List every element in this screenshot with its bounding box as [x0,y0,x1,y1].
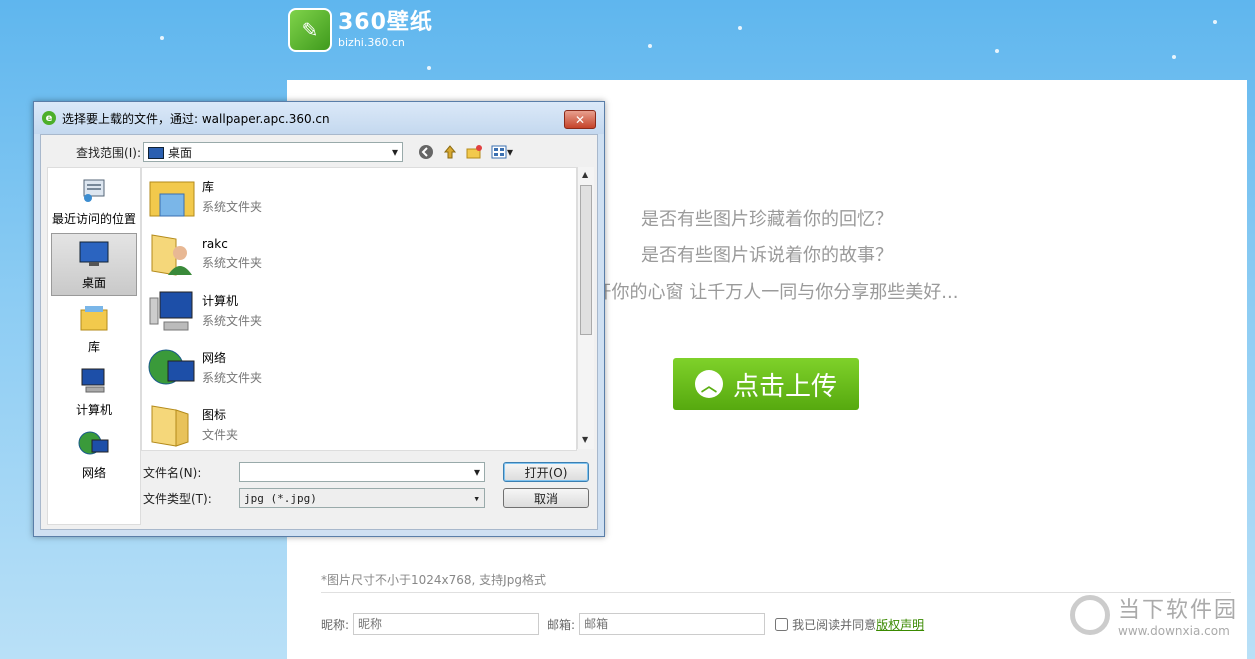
list-item[interactable]: 库系统文件夹 [142,168,576,225]
watermark-title: 当下软件园 [1118,598,1239,623]
close-button[interactable]: ✕ [564,110,596,129]
desktop-icon [79,241,109,266]
file-type: 系统文件夹 [202,255,263,270]
file-type: 系统文件夹 [202,200,263,214]
place-label: 网络 [81,466,106,480]
background-star [1213,20,1217,24]
computer-icon [149,291,193,330]
file-open-dialog: e 选择要上载的文件，通过: wallpaper.apc.360.cn ✕ 查找… [33,101,605,537]
network-icon [78,431,109,455]
watermark-url: www.downxia.com [1118,624,1230,638]
chevron-up-icon: ︿ [694,370,723,398]
list-item[interactable]: 网络 系统文件夹 [142,339,576,396]
file-name: 图标 [202,408,227,422]
file-name: 网络 [202,351,227,365]
site-logo[interactable]: ✎ 360壁纸 bizhi.360.cn [288,8,433,52]
file-name: 库 [202,180,215,194]
logo-title: 360壁纸 [338,10,433,35]
watermark-logo-icon [1070,595,1110,635]
filename-label: 文件名(N): [143,465,202,480]
upload-button[interactable]: ︿ 点击上传 [673,358,859,410]
lookin-value: 桌面 [168,145,193,160]
desktop-icon [148,147,164,159]
dialog-title: 选择要上载的文件，通过: wallpaper.apc.360.cn [62,111,330,126]
agree-text: 我已阅读并同意 [792,617,877,632]
lookin-label: 查找范围(I): [76,145,141,160]
file-type: 系统文件夹 [202,314,263,328]
open-button[interactable]: 打开(O) [503,462,589,482]
chevron-down-icon: ▾ [473,465,480,479]
chevron-down-icon: ▾ [391,145,398,159]
view-menu-icon[interactable]: ▾ [489,143,515,161]
email-input[interactable] [579,613,766,635]
place-library[interactable]: 库 [51,298,137,359]
background-star [160,36,164,40]
up-folder-icon[interactable] [441,143,459,161]
background-star [427,66,431,70]
file-name: 计算机 [202,294,239,308]
place-recent[interactable]: 最近访问的位置 [51,170,137,231]
places-bar: 最近访问的位置 桌面 库 计算机 网络 [47,167,141,525]
back-icon[interactable] [417,143,435,161]
library-icon [80,306,108,331]
upload-button-label: 点击上传 [732,371,837,402]
folder-icon [151,404,189,447]
file-type: 文件夹 [202,428,239,442]
new-folder-icon[interactable] [465,143,483,161]
filetype-value: jpg (*.jpg) [244,491,317,505]
filename-input[interactable]: ▾ [239,462,485,482]
place-computer[interactable]: 计算机 [51,361,137,422]
upload-form: 昵称: 邮箱: 我已阅读并同意 版权声明 [321,613,924,635]
email-label: 邮箱: [547,617,576,632]
filename-row: 文件名(N): ▾ 打开(O) [143,462,589,482]
ie-app-icon: e [42,111,56,125]
dialog-titlebar[interactable]: e 选择要上载的文件，通过: wallpaper.apc.360.cn [34,102,604,134]
lookin-select[interactable]: 桌面 ▾ [143,142,403,162]
file-list: 库系统文件夹 rakc 系统文件夹 计算机 系统文件夹 网络 系统文件夹 图标 文件夹 [141,167,577,451]
scroll-up-icon[interactable]: ▲ [582,170,588,179]
filetype-label: 文件类型(T): [143,491,212,506]
filetype-select[interactable]: jpg (*.jpg) ▾ [239,488,485,508]
user-folder-icon [151,233,192,276]
lookin-row: 查找范围(I): 桌面 ▾ ▾ [41,139,597,165]
size-note: *图片尺寸不小于1024x768, 支持Jpg格式 [321,573,546,587]
nickname-label: 昵称: [321,617,350,632]
nickname-input[interactable] [353,613,540,635]
background-star [648,44,652,48]
file-list-scrollbar[interactable]: ▲ ▼ [577,167,594,449]
chevron-down-icon: ▾ [473,491,480,505]
background-star [738,26,742,30]
file-type: 系统文件夹 [202,371,263,385]
background-star [995,49,999,53]
scroll-thumb[interactable] [580,185,592,335]
list-item[interactable]: 图标 文件夹 [142,396,576,450]
computer-icon [81,368,105,393]
cancel-button[interactable]: 取消 [503,488,589,508]
filetype-row: 文件类型(T): jpg (*.jpg) ▾ 取消 [143,488,589,508]
list-item[interactable]: rakc 系统文件夹 [142,225,576,282]
library-folder-icon [149,181,195,216]
brush-logo-icon: ✎ [288,8,332,52]
network-icon [148,349,195,384]
background-star [1172,55,1176,59]
place-desktop[interactable]: 桌面 [51,233,137,296]
file-name: rakc [202,236,228,251]
list-item[interactable]: 计算机 系统文件夹 [142,282,576,339]
place-network[interactable]: 网络 [51,424,137,485]
place-label: 最近访问的位置 [51,212,136,226]
place-label: 计算机 [75,403,112,417]
recent-places-icon [83,179,105,202]
copyright-link[interactable]: 版权声明 [876,616,924,633]
place-label: 库 [87,340,100,354]
logo-subtitle: bizhi.360.cn [338,36,405,49]
dialog-body: 查找范围(I): 桌面 ▾ ▾ 最近访问的位置 桌面 库 计算机 网络 库 系统… [40,134,598,530]
place-label: 桌面 [81,276,106,290]
watermark: 当下软件园 www.downxia.com [1070,592,1238,638]
agree-checkbox[interactable] [775,617,789,631]
scroll-down-icon[interactable]: ▼ [582,435,588,444]
